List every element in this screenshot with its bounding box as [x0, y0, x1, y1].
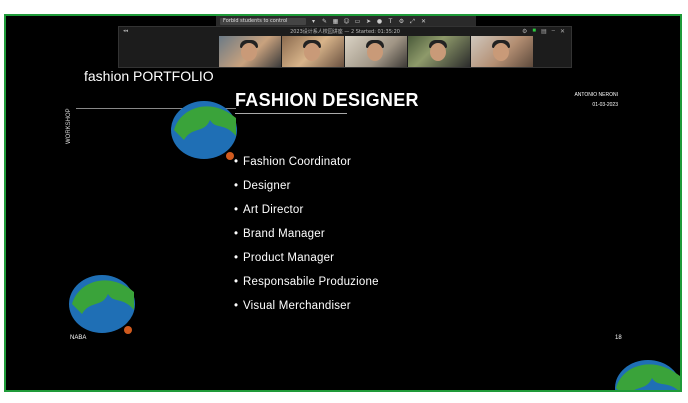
participant-tile[interactable] — [282, 36, 344, 67]
meeting-controls: ⚙ ■ ▤ – ✕ — [522, 28, 565, 35]
screen-share-toolbar: Forbid students to control ▾ ✎ ▦ ☺ ▭ ➤ ●… — [216, 16, 476, 26]
chevron-down-icon[interactable]: ▾ — [310, 18, 317, 25]
pointer-icon[interactable]: ➤ — [365, 18, 372, 25]
participant-tile[interactable] — [219, 36, 281, 67]
page-number: 18 — [615, 335, 622, 341]
list-item: • Fashion Coordinator — [234, 156, 351, 168]
watermark-logo-icon — [170, 100, 242, 164]
slide-date: 01-03-2023 — [592, 102, 618, 108]
list-item: • Brand Manager — [234, 228, 325, 240]
layout-icon[interactable]: ▤ — [541, 28, 547, 35]
watermark-logo-icon — [612, 358, 680, 390]
meeting-title: 2023设计系人校园讲座 — 2 Started: 01:35:20 — [290, 29, 400, 35]
participant-tile[interactable] — [471, 36, 533, 67]
portfolio-title: fashion PORTFOLIO — [84, 68, 214, 84]
control-select[interactable]: Forbid students to control — [220, 17, 306, 25]
minimize-icon[interactable]: – — [552, 28, 555, 35]
pen-icon[interactable]: ✎ — [321, 18, 328, 25]
list-item: • Responsabile Produzione — [234, 276, 379, 288]
list-item: • Art Director — [234, 204, 304, 216]
close-icon[interactable]: ✕ — [560, 28, 565, 35]
video-icon[interactable]: ■ — [532, 28, 536, 35]
screen-icon[interactable]: ▭ — [354, 18, 361, 25]
participant-tiles — [219, 36, 533, 67]
slide-frame: Forbid students to control ▾ ✎ ▦ ☺ ▭ ➤ ●… — [4, 14, 682, 392]
slide-heading: FASHION DESIGNER — [235, 90, 419, 110]
workshop-label: WORKSHOP — [66, 108, 72, 144]
expand-icon[interactable]: ⤢ — [409, 18, 416, 25]
participant-tile[interactable] — [345, 36, 407, 67]
record-icon[interactable]: ● — [376, 18, 383, 25]
watermark-logo-icon — [68, 274, 140, 338]
career-list: • Fashion Coordinator • Designer • Art Dire… — [234, 156, 379, 324]
grid-icon[interactable]: ▦ — [332, 18, 339, 25]
close-icon[interactable]: ✕ — [420, 18, 427, 25]
heading-underline — [235, 113, 347, 114]
list-item: • Designer — [234, 180, 291, 192]
people-icon[interactable]: ☺ — [343, 18, 350, 25]
participant-tile[interactable] — [408, 36, 470, 67]
list-item: • Visual Merchandiser — [234, 300, 351, 312]
settings-icon[interactable]: ⚙ — [522, 28, 527, 35]
workshop-label-wrap: WORKSHOP — [66, 108, 74, 144]
settings-icon[interactable]: ⚙ — [398, 18, 405, 25]
text-icon[interactable]: T — [387, 18, 394, 25]
list-item: • Product Manager — [234, 252, 335, 264]
meeting-window: ◂◂ 2023设计系人校园讲座 — 2 Started: 01:35:20 ⚙ … — [118, 26, 572, 68]
author-name: ANTONIO NERONI — [574, 92, 618, 98]
